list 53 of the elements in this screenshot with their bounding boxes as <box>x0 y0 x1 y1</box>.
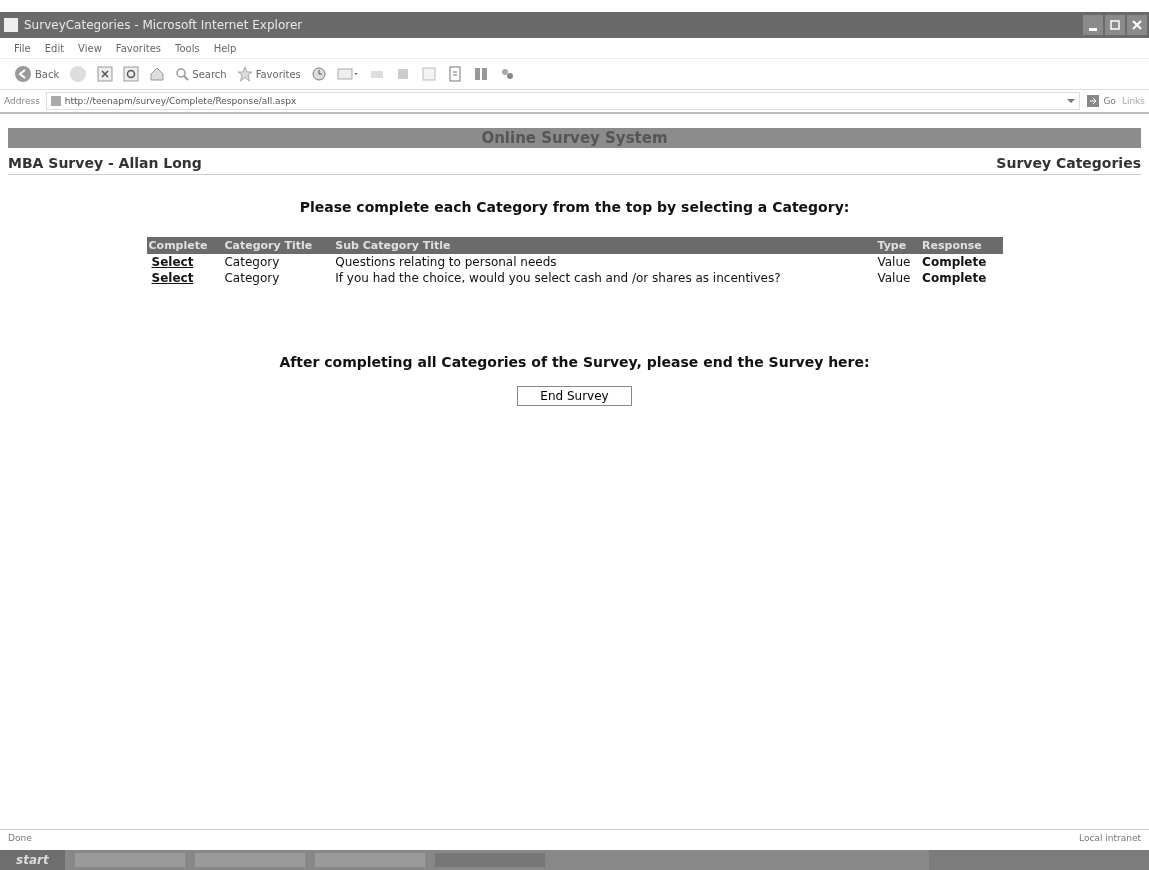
zone-text: Local intranet <box>1079 833 1141 843</box>
home-icon[interactable] <box>149 66 166 82</box>
table-cell: Value <box>875 254 921 270</box>
table-cell: Complete <box>920 254 1003 270</box>
column-header: Sub Category Title <box>333 237 876 254</box>
column-header: Complete <box>146 237 223 254</box>
maximize-icon <box>1109 19 1121 31</box>
select-link[interactable]: Select <box>151 255 194 269</box>
history-icon[interactable] <box>310 66 327 82</box>
menu-item[interactable]: Help <box>213 42 237 54</box>
close-button[interactable] <box>1127 15 1147 35</box>
search-icon <box>175 67 190 81</box>
column-header: Category Title <box>222 237 334 254</box>
search-button[interactable]: Search <box>175 67 227 81</box>
select-link[interactable]: Select <box>151 271 194 285</box>
menu-item[interactable]: Edit <box>44 42 65 54</box>
page-icon <box>49 95 62 107</box>
menu-item[interactable]: File <box>14 42 31 54</box>
stop-icon[interactable] <box>97 66 114 82</box>
end-instruction-text: After completing all Categories of the Survey, please end the Survey here: <box>278 354 871 370</box>
table-cell-text: Complete <box>921 270 988 286</box>
address-label: Address <box>4 96 40 106</box>
dropdown-icon[interactable] <box>1066 96 1077 106</box>
instruction-text: Please complete each Category from the top by selecting a Category: <box>298 199 851 215</box>
star-icon <box>236 66 253 82</box>
refresh-icon[interactable] <box>123 66 140 82</box>
table-cell: Category <box>222 254 334 270</box>
start-button[interactable]: start <box>0 850 65 870</box>
column-header: Response <box>920 237 1003 254</box>
close-icon <box>1131 19 1143 31</box>
status-text: Done <box>8 833 32 843</box>
document-icon[interactable] <box>446 66 463 82</box>
address-field[interactable]: http://teenapm/survey/Complete/Response/all.aspx <box>45 92 1081 110</box>
window-title: SurveyCategories - Microsoft Internet Explorer <box>24 18 304 32</box>
menu-item[interactable]: View <box>78 42 102 54</box>
menu-item[interactable]: Tools <box>175 42 200 54</box>
minimize-icon <box>1089 27 1097 31</box>
survey-title: MBA Survey - Allan Long <box>8 155 202 171</box>
table-cell-text: If you had the choice, would you select cash and /or shares as incentives? <box>334 270 782 286</box>
table-cell-text: Category <box>223 270 281 286</box>
favorites-button[interactable]: Favorites <box>236 66 301 82</box>
go-button[interactable]: Go <box>1086 94 1116 108</box>
table-cell: Questions relating to personal needs <box>333 254 876 270</box>
column-header: Type <box>875 237 921 254</box>
section-title: Survey Categories <box>996 155 1141 171</box>
maximize-button[interactable] <box>1105 15 1125 35</box>
menu-item[interactable]: Favorites <box>115 42 161 54</box>
back-button[interactable]: Back <box>14 65 60 83</box>
end-survey-button[interactable]: End Survey <box>517 386 632 406</box>
window-icon <box>4 18 18 32</box>
minimize-button[interactable] <box>1083 15 1103 35</box>
table-cell-text: Value <box>876 270 912 286</box>
forward-icon[interactable] <box>69 65 88 83</box>
